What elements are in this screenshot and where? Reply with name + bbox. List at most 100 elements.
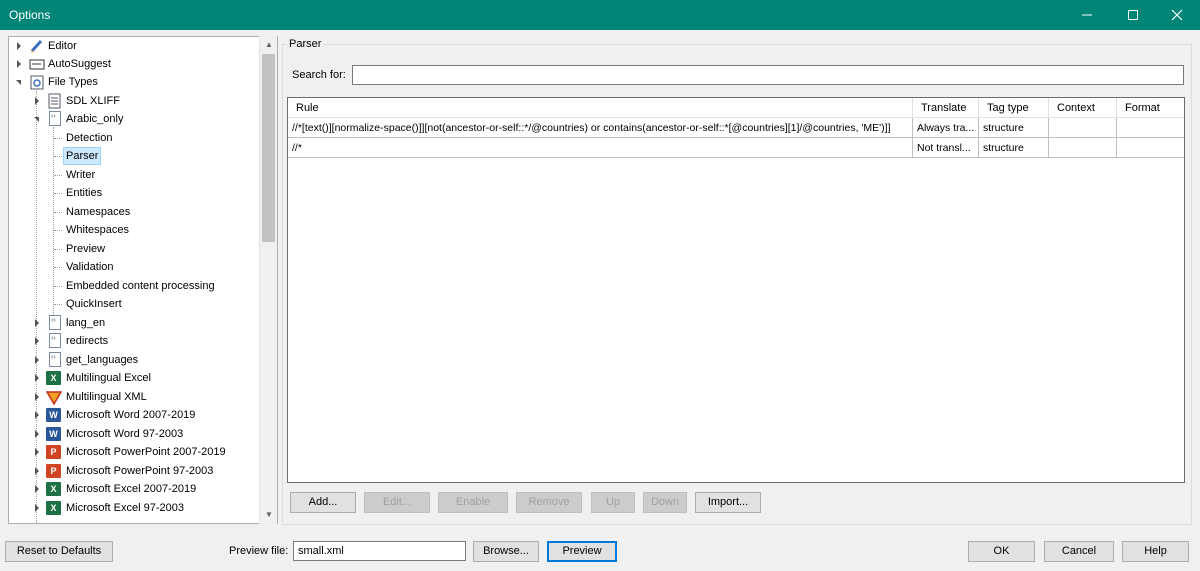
browse-button[interactable]: Browse... xyxy=(473,541,539,562)
tree-guide-line xyxy=(54,156,62,157)
tree-item-label: Whitespaces xyxy=(66,224,129,236)
context-cell[interactable] xyxy=(1049,138,1117,158)
help-button[interactable]: Help xyxy=(1122,541,1189,562)
expand-arrow-icon[interactable] xyxy=(35,356,39,364)
format-cell[interactable] xyxy=(1117,138,1184,158)
tree-guide-line xyxy=(54,304,62,305)
close-button[interactable] xyxy=(1154,0,1200,30)
maximize-icon xyxy=(1128,10,1138,20)
column-header-translate[interactable]: Translate xyxy=(913,98,979,118)
tree-guide-line xyxy=(54,193,62,194)
sdlxliff-icon xyxy=(47,93,63,109)
tree-item-label: QuickInsert xyxy=(66,298,122,310)
tree-item-label: Microsoft PowerPoint 97-2003 xyxy=(66,465,214,477)
preview-button[interactable]: Preview xyxy=(547,541,617,562)
column-header-format[interactable]: Format xyxy=(1117,98,1184,118)
xml-file-icon xyxy=(49,333,61,348)
tree-item-label: Microsoft Excel 97-2003 xyxy=(66,502,184,514)
search-input[interactable] xyxy=(352,65,1184,85)
tree-item-label: Multilingual Excel xyxy=(66,372,151,384)
close-icon xyxy=(1171,9,1183,21)
expand-arrow-icon[interactable] xyxy=(35,374,39,382)
cancel-button[interactable]: Cancel xyxy=(1044,541,1114,562)
parser-group-title: Parser xyxy=(287,38,324,50)
scroll-up-arrow-icon[interactable]: ▲ xyxy=(260,36,278,53)
tree-guide-line xyxy=(54,175,62,176)
xml-file-icon xyxy=(49,315,61,330)
collapse-arrow-icon[interactable] xyxy=(34,117,39,122)
scroll-down-arrow-icon[interactable]: ▼ xyxy=(260,506,278,523)
rule-cell[interactable]: //* xyxy=(288,138,913,158)
remove-button[interactable]: Remove xyxy=(516,492,582,513)
tree-guide-line xyxy=(54,230,62,231)
tree-item-label: Microsoft Word 2007-2019 xyxy=(66,409,196,421)
tree-item-label: get_languages xyxy=(66,354,139,366)
word-icon: W xyxy=(46,408,61,422)
edit-button[interactable]: Edit... xyxy=(364,492,430,513)
tag-type-cell[interactable]: structure xyxy=(979,138,1049,158)
translate-cell[interactable]: Always tra... xyxy=(913,118,979,138)
preview-file-input[interactable]: small.xml xyxy=(293,541,466,561)
multilingual-xml-icon xyxy=(45,389,63,406)
tree-guide-line xyxy=(54,212,62,213)
scrollbar-thumb[interactable] xyxy=(262,54,275,242)
rule-cell[interactable]: //*[text()][normalize-space()]][not(ance… xyxy=(288,118,913,138)
tree-scrollbar[interactable]: ▲ ▼ xyxy=(259,36,277,524)
window-title: Options xyxy=(9,8,51,22)
autosuggest-icon xyxy=(29,56,45,72)
expand-arrow-icon[interactable] xyxy=(35,97,39,105)
tree-item-label: Microsoft Word 97-2003 xyxy=(66,428,184,440)
expand-arrow-icon[interactable] xyxy=(35,485,39,493)
context-cell[interactable] xyxy=(1049,118,1117,138)
powerpoint-icon: P xyxy=(46,445,61,459)
tree-item-label: Entities xyxy=(66,187,103,199)
excel-icon: X xyxy=(46,482,61,496)
expand-arrow-icon[interactable] xyxy=(17,42,21,50)
tree-guide-line xyxy=(54,138,62,139)
tag-type-cell[interactable]: structure xyxy=(979,118,1049,138)
minimize-button[interactable] xyxy=(1064,0,1110,30)
rules-grid[interactable]: Rule Translate Tag type Context Format /… xyxy=(287,97,1185,483)
expand-arrow-icon[interactable] xyxy=(35,393,39,401)
enable-button[interactable]: Enable xyxy=(438,492,508,513)
tree-item-label: Microsoft Excel 2007-2019 xyxy=(66,483,197,495)
import-button[interactable]: Import... xyxy=(695,492,761,513)
reset-to-defaults-button[interactable]: Reset to Defaults xyxy=(5,541,113,562)
expand-arrow-icon[interactable] xyxy=(35,319,39,327)
column-header-context[interactable]: Context xyxy=(1049,98,1117,118)
tree-item-label: Parser xyxy=(63,147,102,165)
tree-item-label: Writer xyxy=(66,169,96,181)
collapse-arrow-icon[interactable] xyxy=(16,80,21,85)
tree-item-label: Microsoft PowerPoint 2007-2019 xyxy=(66,446,226,458)
add-button[interactable]: Add... xyxy=(290,492,356,513)
excel-icon: X xyxy=(46,371,61,385)
expand-arrow-icon[interactable] xyxy=(35,448,39,456)
expand-arrow-icon[interactable] xyxy=(35,467,39,475)
up-button[interactable]: Up xyxy=(591,492,635,513)
options-tree[interactable]: Editor AutoSuggest File Types SDL XLIFF … xyxy=(8,36,278,524)
tree-item-label: Preview xyxy=(66,243,106,255)
xml-file-icon xyxy=(49,111,61,126)
tree-item-label: Arabic_only xyxy=(66,113,124,125)
expand-arrow-icon[interactable] xyxy=(35,430,39,438)
format-cell[interactable] xyxy=(1117,118,1184,138)
tree-item-label: Multilingual XML xyxy=(66,391,147,403)
filetypes-icon xyxy=(29,74,45,90)
expand-arrow-icon[interactable] xyxy=(35,337,39,345)
column-header-tag-type[interactable]: Tag type xyxy=(979,98,1049,118)
tree-item-label: Embedded content processing xyxy=(66,280,215,292)
expand-arrow-icon[interactable] xyxy=(35,411,39,419)
maximize-button[interactable] xyxy=(1110,0,1156,30)
preview-file-label: Preview file: xyxy=(229,545,289,557)
tree-item-label: Validation xyxy=(66,261,114,273)
expand-arrow-icon[interactable] xyxy=(17,60,21,68)
powerpoint-icon: P xyxy=(46,464,61,478)
title-bar: Options xyxy=(0,0,1200,30)
column-header-rule[interactable]: Rule xyxy=(288,98,913,118)
ok-button[interactable]: OK xyxy=(968,541,1035,562)
expand-arrow-icon[interactable] xyxy=(35,504,39,512)
translate-cell[interactable]: Not transl... xyxy=(913,138,979,158)
tree-item-label: AutoSuggest xyxy=(48,58,111,70)
xml-file-icon xyxy=(49,352,61,367)
down-button[interactable]: Down xyxy=(643,492,687,513)
